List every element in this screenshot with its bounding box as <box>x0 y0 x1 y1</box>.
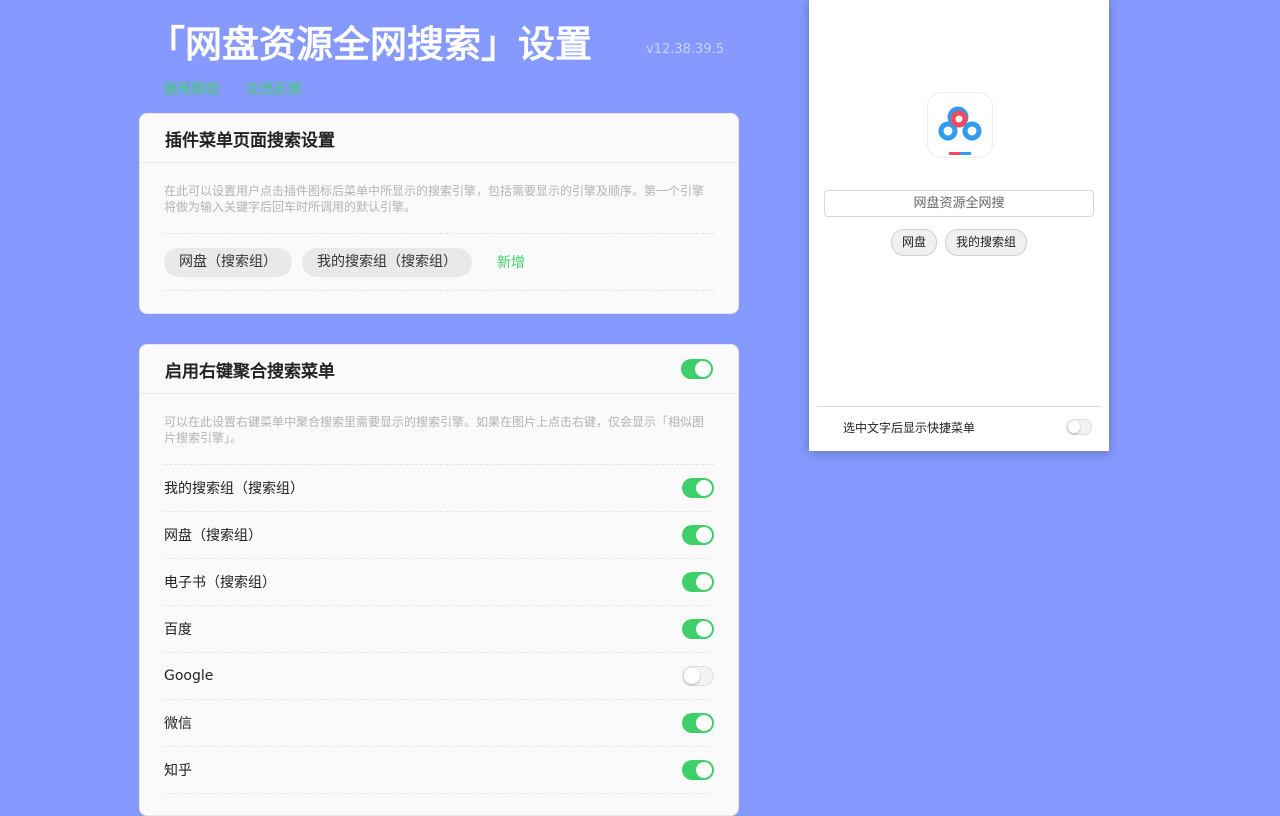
engine-toggle[interactable] <box>682 666 714 686</box>
engine-toggle[interactable] <box>682 525 714 545</box>
card-header: 插件菜单页面搜索设置 <box>140 114 738 163</box>
version-label: v12.38.39.5 <box>646 42 724 57</box>
engine-row: 知乎 <box>164 747 714 794</box>
engine-label: 我的搜索组（搜索组） <box>164 481 304 497</box>
toggle-knob <box>1068 421 1080 433</box>
card-description: 在此可以设置用户点击插件图标后菜单中所显示的搜索引擎，包括需要显示的引擎及顺序。… <box>164 163 714 234</box>
engine-row: 网盘（搜索组） <box>164 512 714 559</box>
engine-toggle[interactable] <box>682 713 714 733</box>
engine-label: 电子书（搜索组） <box>164 575 276 591</box>
card-title: 插件菜单页面搜索设置 <box>165 130 335 151</box>
help-link[interactable]: 使用帮助 <box>163 82 219 98</box>
cloud-logo-icon <box>938 106 982 155</box>
quick-menu-toggle[interactable] <box>1066 419 1092 435</box>
engine-label: 百度 <box>164 622 192 638</box>
quick-menu-label: 选中文字后显示快捷菜单 <box>843 421 976 435</box>
extension-popup: 网盘 我的搜索组 选中文字后显示快捷菜单 <box>809 0 1109 451</box>
engine-chip[interactable]: 网盘（搜索组） <box>164 247 292 277</box>
card-header: 启用右键聚合搜索菜单 <box>140 345 738 394</box>
toggle-knob <box>695 361 711 377</box>
top-links: 使用帮助 交流反馈 <box>163 79 323 99</box>
context-menu-toggle[interactable] <box>681 359 713 379</box>
engine-label: 微信 <box>164 716 192 732</box>
engine-label: 知乎 <box>164 763 192 779</box>
card-description: 可以在此设置右键菜单中聚合搜索里需要显示的搜索引擎。如果在图片上点击右键，仅会显… <box>164 394 714 465</box>
toggle-knob <box>696 621 712 637</box>
toggle-knob <box>696 715 712 731</box>
popup-search-input[interactable] <box>824 190 1094 217</box>
popup-engine-chips: 网盘 我的搜索组 <box>809 229 1109 256</box>
popup-engine-chip[interactable]: 网盘 <box>890 229 937 256</box>
toggle-knob <box>696 480 712 496</box>
engine-toggle[interactable] <box>682 760 714 780</box>
engine-row: 电子书（搜索组） <box>164 559 714 606</box>
engine-label: Google <box>164 668 214 684</box>
toggle-knob <box>696 574 712 590</box>
engine-toggle[interactable] <box>682 619 714 639</box>
add-engine-link[interactable]: 新增 <box>497 252 525 272</box>
engine-chip[interactable]: 我的搜索组（搜索组） <box>302 247 472 277</box>
menu-search-settings-card: 插件菜单页面搜索设置 在此可以设置用户点击插件图标后菜单中所显示的搜索引擎，包括… <box>139 113 739 314</box>
engine-row: 微信 <box>164 700 714 747</box>
toggle-knob <box>696 527 712 543</box>
engine-row: 百度 <box>164 606 714 653</box>
popup-engine-chip[interactable]: 我的搜索组 <box>945 229 1028 256</box>
engine-chip-list: 网盘（搜索组） 我的搜索组（搜索组） 新增 <box>164 234 714 291</box>
engine-label: 网盘（搜索组） <box>164 528 262 544</box>
app-logo <box>927 92 993 158</box>
toggle-knob <box>684 668 700 684</box>
toggle-knob <box>696 762 712 778</box>
engine-row: 我的搜索组（搜索组） <box>164 465 714 512</box>
engine-row: Google <box>164 653 714 700</box>
card-title: 启用右键聚合搜索菜单 <box>165 361 335 382</box>
page-title: 「网盘资源全网搜索」设置 <box>148 23 592 66</box>
engine-toggle[interactable] <box>682 478 714 498</box>
context-menu-card: 启用右键聚合搜索菜单 可以在此设置右键菜单中聚合搜索里需要显示的搜索引擎。如果在… <box>139 344 739 816</box>
feedback-link[interactable]: 交流反馈 <box>245 82 301 98</box>
divider <box>817 406 1101 407</box>
engine-toggle[interactable] <box>682 572 714 592</box>
